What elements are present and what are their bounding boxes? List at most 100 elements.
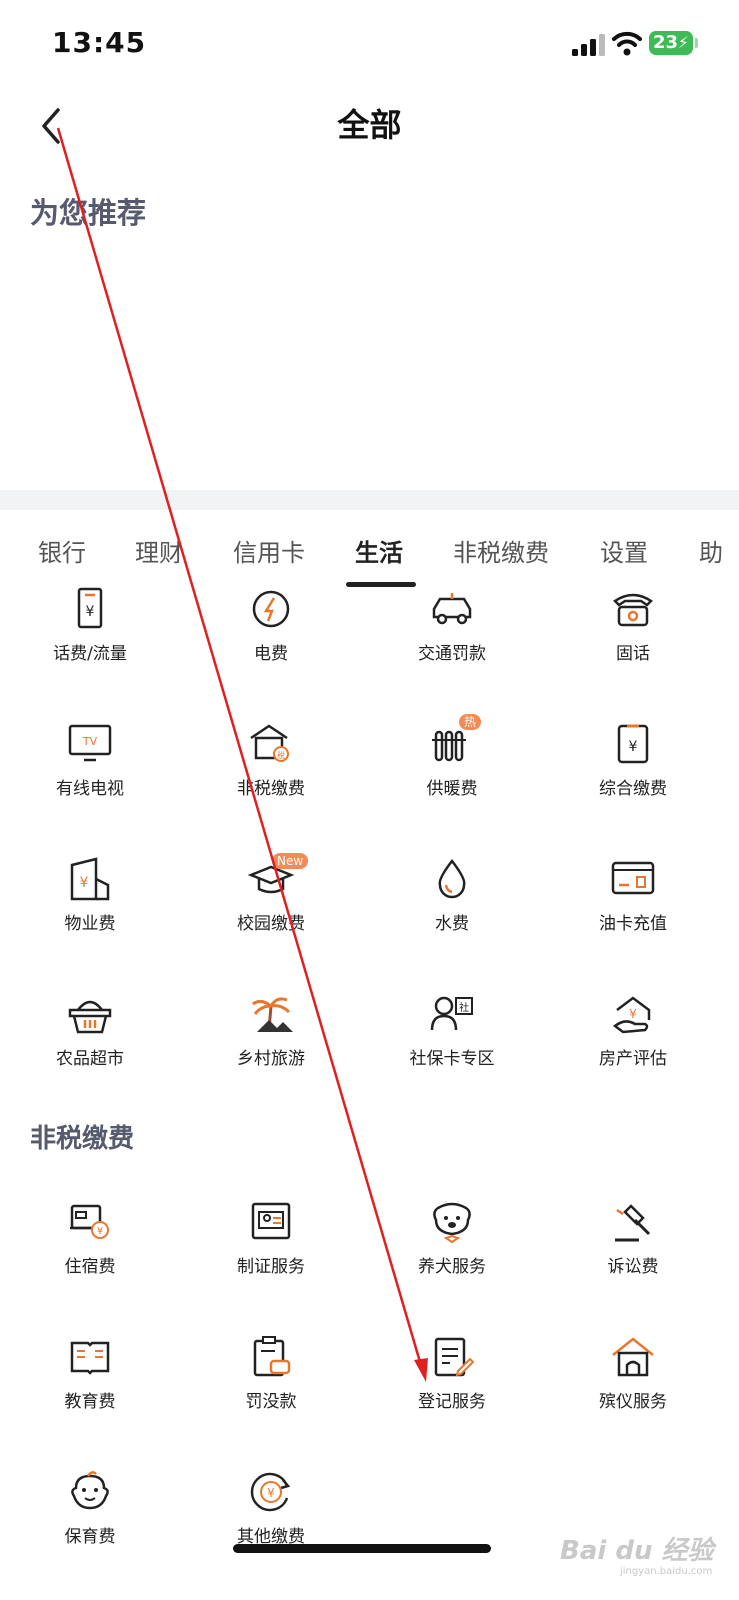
service-label: 社保卡专区 bbox=[409, 1049, 495, 1069]
service-social-security-card[interactable]: 社 社保卡专区 bbox=[367, 990, 537, 1100]
service-funeral[interactable]: 殡仪服务 bbox=[548, 1333, 718, 1443]
funeral-house-icon bbox=[612, 1337, 654, 1377]
service-landline[interactable]: 固话 bbox=[548, 585, 718, 695]
clipboard-car-icon bbox=[253, 1336, 291, 1377]
home-indicator bbox=[233, 1544, 491, 1553]
page-title: 全部 bbox=[337, 106, 402, 144]
hot-badge: 热 bbox=[459, 714, 482, 730]
id-card-icon bbox=[251, 1202, 291, 1240]
tab-help[interactable]: 助 bbox=[699, 533, 723, 568]
service-label: 电费 bbox=[254, 644, 288, 664]
basket-icon bbox=[68, 1000, 112, 1034]
social-security-icon: 社 bbox=[430, 996, 473, 1031]
tab-wealth[interactable]: 理财 bbox=[135, 533, 183, 568]
service-label: 交通罚款 bbox=[418, 644, 486, 664]
service-label: 综合缴费 bbox=[599, 779, 667, 799]
recommend-title: 为您推荐 bbox=[30, 196, 147, 230]
nontax-section-title: 非税缴费 bbox=[30, 1124, 135, 1154]
service-other-payment[interactable]: ¥ 其他缴费 bbox=[186, 1468, 356, 1578]
phone-bill-icon: ¥ bbox=[77, 587, 103, 629]
service-label: 殡仪服务 bbox=[599, 1392, 667, 1412]
service-farm-market[interactable]: 农品超市 bbox=[5, 990, 175, 1100]
battery-tip bbox=[695, 38, 698, 48]
service-water[interactable]: 水费 bbox=[367, 855, 537, 965]
service-label: 油卡充值 bbox=[599, 914, 667, 934]
battery-level: 23 bbox=[653, 32, 679, 53]
service-combined-payment[interactable]: ¥ 综合缴费 bbox=[548, 720, 718, 830]
service-label: 物业费 bbox=[64, 914, 116, 934]
service-label: 有线电视 bbox=[56, 779, 124, 799]
watermark-logo: Bai du 经验 bbox=[560, 1536, 714, 1566]
tab-credit-card[interactable]: 信用卡 bbox=[233, 533, 305, 568]
water-drop-icon bbox=[438, 858, 466, 899]
house-hand-icon: ¥ bbox=[612, 996, 651, 1034]
service-electricity[interactable]: 电费 bbox=[186, 585, 356, 695]
service-cable-tv[interactable]: TV 有线电视 bbox=[5, 720, 175, 830]
service-accommodation[interactable]: ¥ 住宿费 bbox=[5, 1198, 175, 1308]
service-label: 固话 bbox=[616, 644, 650, 664]
service-litigation-fee[interactable]: 诉讼费 bbox=[548, 1198, 718, 1308]
wifi-icon bbox=[612, 31, 642, 56]
service-fuel-card[interactable]: 油卡充值 bbox=[548, 855, 718, 965]
service-label: 水费 bbox=[435, 914, 469, 934]
service-dog-licensing[interactable]: 养犬服务 bbox=[367, 1198, 537, 1308]
dog-icon bbox=[433, 1202, 471, 1244]
section-divider bbox=[0, 490, 739, 510]
service-campus-payment[interactable]: New 校园缴费 bbox=[186, 853, 356, 965]
service-confiscation[interactable]: 罚没款 bbox=[186, 1333, 356, 1443]
tab-settings[interactable]: 设置 bbox=[600, 533, 648, 568]
service-registration[interactable]: 登记服务 bbox=[367, 1333, 537, 1443]
tab-bank[interactable]: 银行 bbox=[38, 533, 86, 568]
service-label: 乡村旅游 bbox=[237, 1049, 305, 1069]
status-bar: 13:45 23 ⚡ bbox=[0, 0, 739, 90]
signal-icon bbox=[572, 34, 605, 56]
service-label: 诉讼费 bbox=[607, 1257, 659, 1277]
book-icon bbox=[70, 1341, 110, 1375]
gavel-icon bbox=[615, 1204, 651, 1242]
svg-text:¥: ¥ bbox=[629, 1007, 637, 1021]
service-traffic-fine[interactable]: 交通罚款 bbox=[367, 585, 537, 695]
bed-icon: ¥ bbox=[70, 1204, 109, 1239]
svg-text:¥: ¥ bbox=[80, 875, 89, 891]
service-label: 房产评估 bbox=[599, 1049, 667, 1069]
service-label: 住宿费 bbox=[64, 1257, 116, 1277]
bill-icon: ¥ bbox=[617, 724, 649, 764]
svg-text:TV: TV bbox=[82, 735, 98, 748]
battery-icon: 23 ⚡ bbox=[649, 31, 693, 55]
service-label: 登记服务 bbox=[418, 1392, 486, 1412]
landline-icon bbox=[613, 593, 653, 627]
service-label: 校园缴费 bbox=[237, 914, 305, 934]
fuel-card-icon bbox=[611, 861, 655, 895]
service-phone-bill[interactable]: ¥ 话费/流量 bbox=[5, 585, 175, 695]
service-label: 话费/流量 bbox=[53, 644, 127, 664]
service-label: 供暖费 bbox=[426, 779, 478, 799]
tab-life[interactable]: 生活 bbox=[355, 533, 403, 568]
status-time: 13:45 bbox=[52, 26, 147, 59]
electricity-icon bbox=[252, 590, 290, 628]
service-label: 教育费 bbox=[64, 1392, 116, 1412]
tab-nontax[interactable]: 非税缴费 bbox=[453, 533, 549, 568]
service-certificate[interactable]: 制证服务 bbox=[186, 1198, 356, 1308]
service-education-fee[interactable]: 教育费 bbox=[5, 1333, 175, 1443]
service-rural-tourism[interactable]: 乡村旅游 bbox=[186, 990, 356, 1100]
tax-house-icon: 税 bbox=[250, 724, 289, 762]
service-label: 保育费 bbox=[64, 1527, 116, 1547]
watermark-url: jingyan.baidu.com bbox=[620, 1566, 713, 1577]
service-property-fee[interactable]: ¥ 物业费 bbox=[5, 855, 175, 965]
service-label: 罚没款 bbox=[245, 1392, 297, 1412]
svg-text:¥: ¥ bbox=[97, 1226, 103, 1237]
service-label: 农品超市 bbox=[56, 1049, 124, 1069]
charging-bolt-icon: ⚡ bbox=[677, 33, 689, 52]
service-label: 非税缴费 bbox=[237, 779, 305, 799]
nav-bar: 全部 bbox=[0, 90, 739, 160]
service-label: 养犬服务 bbox=[418, 1257, 486, 1277]
service-property-appraisal[interactable]: ¥ 房产评估 bbox=[548, 990, 718, 1100]
svg-text:¥: ¥ bbox=[267, 1486, 275, 1500]
car-icon bbox=[432, 593, 472, 625]
service-heating[interactable]: 热 供暖费 bbox=[367, 714, 537, 830]
svg-text:税: 税 bbox=[277, 750, 285, 760]
service-nontax[interactable]: 税 非税缴费 bbox=[186, 720, 356, 830]
svg-text:¥: ¥ bbox=[629, 739, 638, 755]
service-childcare-fee[interactable]: 保育费 bbox=[5, 1468, 175, 1578]
property-icon: ¥ bbox=[70, 857, 110, 901]
